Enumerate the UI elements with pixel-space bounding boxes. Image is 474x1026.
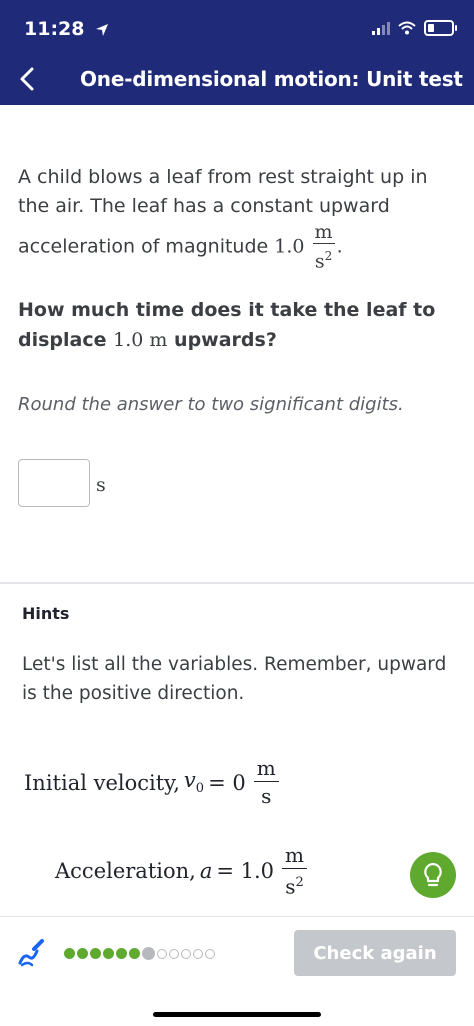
progress-dot [129, 948, 140, 959]
problem-text: A child blows a leaf from rest straight … [18, 166, 428, 258]
page-title: One-dimensional motion: Unit test [80, 67, 463, 91]
signal-icon [372, 21, 390, 35]
unit-numerator: m [312, 221, 335, 244]
hint-initial-velocity: Initial velocity, v0 = 0 m s [24, 755, 279, 810]
initial-velocity-label: Initial velocity, [24, 770, 180, 795]
progress-dot [64, 948, 75, 959]
acceleration-value: 1.0 [274, 235, 305, 258]
progress-dot [193, 948, 203, 959]
section-divider [0, 582, 474, 584]
question-text: How much time does it take the leaf to d… [18, 295, 458, 355]
chevron-left-icon[interactable] [12, 63, 44, 95]
velocity-variable: v0 [183, 768, 205, 797]
top-app-bar: 11:28 One-dimensional motion: Unit test [0, 0, 474, 105]
progress-dot [103, 948, 114, 959]
progress-dot [77, 948, 88, 959]
problem-period: . [336, 235, 343, 258]
bottom-toolbar: Check again [0, 916, 474, 1026]
question-part-2: upwards? [174, 329, 277, 351]
acceleration-unit-fraction: m s2 [282, 842, 307, 901]
displacement-value: 1.0 m [113, 329, 168, 351]
clock-text: 11:28 [24, 18, 85, 40]
lightbulb-icon [424, 862, 442, 887]
hints-heading: Hints [22, 604, 70, 623]
hint-button[interactable] [410, 852, 456, 898]
battery-icon [424, 20, 457, 36]
progress-dot [90, 948, 101, 959]
progress-dot-current [142, 947, 155, 960]
wifi-icon [398, 21, 416, 35]
velocity-equals: = 0 [208, 770, 246, 795]
progress-dots [64, 947, 215, 960]
acceleration-unit: m s2 [312, 221, 335, 273]
acceleration-label: Acceleration, [55, 859, 196, 884]
status-icons [372, 20, 457, 36]
acceleration-variable: a [199, 859, 213, 884]
progress-dot [181, 948, 191, 959]
scratchpad-pencil-icon[interactable] [16, 939, 46, 969]
status-time: 11:28 [24, 18, 109, 40]
answer-input[interactable] [18, 459, 90, 507]
check-again-button[interactable]: Check again [294, 930, 456, 976]
progress-dot [169, 948, 179, 959]
rounding-instruction: Round the answer to two significant digi… [18, 394, 404, 415]
hint-text: Let's list all the variables. Remember, … [22, 654, 447, 704]
progress-dot [205, 948, 215, 959]
location-arrow-icon [96, 23, 109, 36]
answer-unit: s [96, 474, 106, 496]
acceleration-equals: = 1.0 [216, 859, 275, 884]
unit-denominator: s2 [314, 249, 333, 273]
home-indicator [153, 1012, 321, 1017]
problem-statement: A child blows a leaf from rest straight … [18, 163, 458, 273]
progress-dot [157, 948, 167, 959]
hint-acceleration: Acceleration, a = 1.0 m s2 [55, 842, 307, 901]
progress-dot [116, 948, 127, 959]
velocity-unit: m s [253, 755, 279, 810]
